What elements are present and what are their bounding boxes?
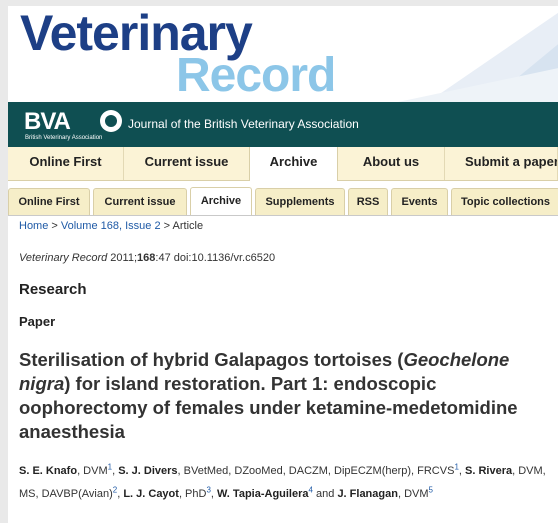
secondary-tab-archive[interactable]: Archive	[190, 187, 252, 215]
author-name: S. Rivera	[465, 464, 513, 477]
author-credentials: , DVM	[397, 488, 429, 501]
masthead-decoration	[398, 12, 558, 102]
title-part2: ) for island restoration. Part 1: endosc…	[19, 373, 518, 442]
secondary-tab-supplements[interactable]: Supplements	[255, 188, 345, 215]
article-section-heading: Research	[19, 281, 87, 298]
breadcrumb-volume[interactable]: Volume 168, Issue 2	[61, 220, 161, 232]
article-type-heading: Paper	[19, 314, 56, 329]
secondary-tab-topic-collections[interactable]: Topic collections	[451, 188, 558, 215]
author-list: S. E. Knafo, DVM1, S. J. Divers, BVetMed…	[19, 457, 549, 504]
primary-tab-submit-paper[interactable]: Submit a paper	[445, 147, 558, 180]
author-name: W. Tapia-Aguilera	[217, 488, 309, 501]
secondary-nav: Online First Current issue Archive Suppl…	[8, 182, 558, 216]
lion-emblem-icon	[100, 110, 122, 132]
author: S. J. Divers, BVetMed, DZooMed, DACZM, D…	[118, 462, 465, 477]
citation-doi: :47 doi:10.1136/vr.c6520	[155, 252, 276, 264]
journal-name: Journal of the British Veterinary Associ…	[128, 117, 359, 131]
citation-year: 2011;	[107, 252, 138, 264]
citation-journal: Veterinary Record	[19, 252, 108, 264]
author-credentials: , BVetMed, DZooMed, DACZM, DipECZM(herp)…	[177, 464, 455, 477]
citation: Veterinary Record 2011;168:47 doi:10.113…	[19, 252, 275, 264]
author: W. Tapia-Aguilera4 and	[217, 486, 338, 501]
author-name: S. E. Knafo	[19, 464, 78, 477]
bva-logo-text: BVA	[24, 108, 71, 135]
article-page: Veterinary Record BVA British Veterinary…	[8, 6, 558, 523]
primary-nav: Online First Current issue Archive About…	[8, 147, 558, 181]
primary-tab-about-us[interactable]: About us	[338, 147, 445, 180]
browser-frame-left	[0, 0, 8, 523]
author-credentials: , PhD	[178, 488, 207, 501]
citation-volume: 168	[137, 252, 156, 264]
title-part1: Sterilisation of hybrid Galapagos tortoi…	[19, 349, 404, 370]
primary-tab-current-issue[interactable]: Current issue	[124, 147, 250, 180]
breadcrumb-current: > Article	[160, 220, 204, 232]
article-title: Sterilisation of hybrid Galapagos tortoi…	[19, 348, 549, 444]
logo-record[interactable]: Record	[176, 48, 336, 102]
author-name: L. J. Cayot	[123, 488, 179, 501]
author-affiliation-link[interactable]: 5	[429, 486, 433, 495]
author-name: S. J. Divers	[118, 464, 178, 477]
secondary-tab-current-issue[interactable]: Current issue	[93, 188, 187, 215]
breadcrumb-home[interactable]: Home	[19, 220, 48, 232]
author: S. E. Knafo, DVM1,	[19, 462, 118, 477]
author-credentials: , DVM	[77, 464, 108, 477]
breadcrumb-separator: >	[48, 220, 61, 232]
secondary-tab-online-first[interactable]: Online First	[8, 188, 90, 215]
primary-tab-archive[interactable]: Archive	[249, 147, 338, 181]
author: J. Flanagan, DVM5	[337, 486, 433, 501]
bva-logo-subtitle: British Veterinary Association	[25, 135, 103, 141]
bva-logo[interactable]: BVA British Veterinary Association	[24, 108, 124, 142]
author-separator: and	[312, 488, 338, 501]
author-name: J. Flanagan	[337, 488, 398, 501]
masthead: Veterinary Record	[8, 6, 558, 102]
author: L. J. Cayot, PhD3,	[123, 486, 217, 501]
secondary-tab-rss[interactable]: RSS	[348, 188, 388, 215]
bva-bar: BVA British Veterinary Association Journ…	[8, 102, 558, 147]
primary-tab-online-first[interactable]: Online First	[8, 147, 124, 180]
breadcrumb: Home > Volume 168, Issue 2 > Article	[19, 220, 203, 232]
secondary-tab-events[interactable]: Events	[391, 188, 448, 215]
